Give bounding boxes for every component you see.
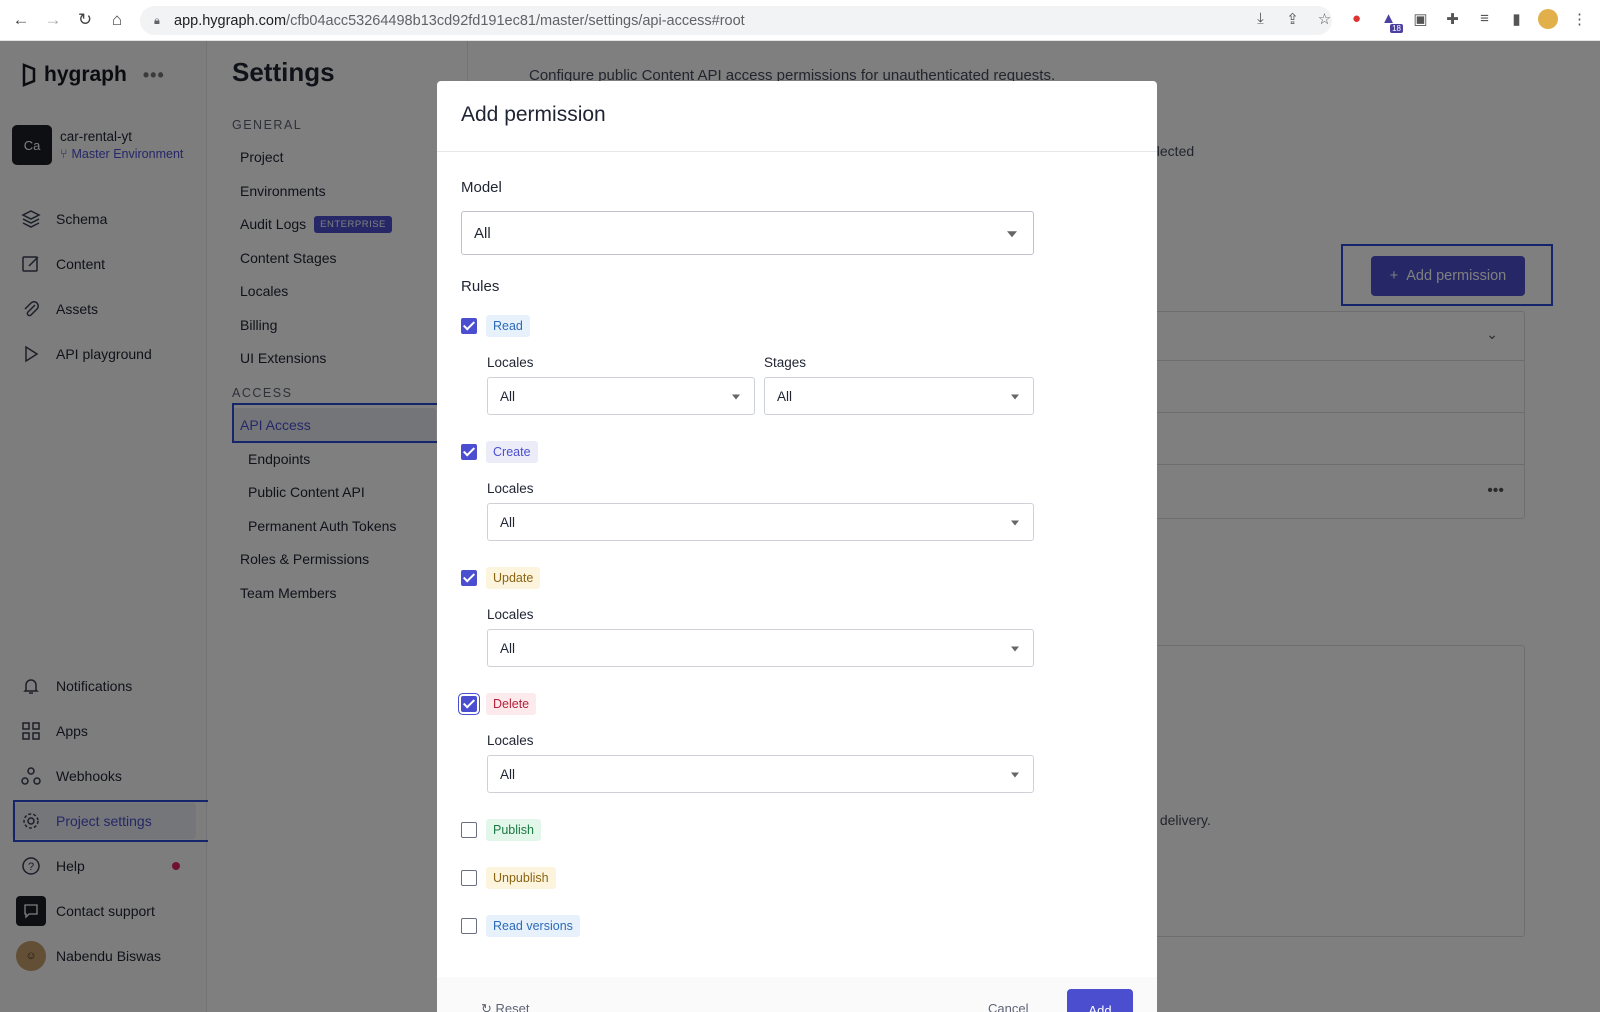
delete-locales-value: All [500,766,516,782]
color-extension-icon[interactable]: ● [1346,8,1367,29]
reset-icon: ↻ [481,1001,496,1012]
kebab-menu-icon[interactable]: ⋮ [1569,8,1590,29]
model-select[interactable]: All [461,211,1034,255]
lock-icon: 🔒︎ [154,14,160,27]
browser-toolbar: ← → ↻ ⌂ 🔒︎ app.hygraph.com/cfb04acc53264… [0,0,1600,41]
reload-icon[interactable]: ↻ [74,9,96,31]
cancel-button[interactable]: Cancel [988,1001,1028,1012]
reset-label: Reset [495,1001,530,1012]
url-domain: app.hygraph.com [174,12,287,29]
delete-locales-label: Locales [487,733,534,748]
frame-extension-icon[interactable]: ▣ [1410,8,1431,29]
create-locales-label: Locales [487,481,534,496]
caret-down-icon [1007,231,1017,238]
caret-down-icon [1011,520,1019,526]
extensions-area: ⤓ ⇪ ☆ ● ▲ 18 ▣ ✚ ≡ ▮ ⋮ [1250,8,1590,33]
read-stages-label: Stages [764,355,807,370]
read-versions-tag: Read versions [486,915,580,937]
rules-label: Rules [461,278,500,295]
modal-footer: ↻ Reset Cancel Add [437,977,1157,1012]
caret-down-icon [1011,394,1019,400]
create-tag: Create [486,441,538,463]
add-button[interactable]: Add [1067,989,1133,1012]
profile-avatar-icon[interactable] [1538,8,1558,29]
read-locales-value: All [500,388,516,404]
create-checkbox[interactable] [461,444,477,460]
update-locales-select[interactable]: All [487,629,1034,667]
unpublish-checkbox[interactable] [461,870,477,886]
read-versions-checkbox[interactable] [461,918,477,934]
caret-down-icon [1011,646,1019,652]
sidebar-icon[interactable]: ▮ [1506,8,1527,29]
read-checkbox[interactable] [461,318,477,334]
read-locales-select[interactable]: All [487,377,755,415]
publish-tag: Publish [486,819,541,841]
reading-list-icon[interactable]: ≡ [1474,8,1495,29]
modal-header: Add permission [437,81,1157,152]
add-permission-modal: Add permission Model All Rules Read Loca… [437,81,1157,1012]
url-path: /cfb04acc53264498b13cd92fd191ec81/master… [286,12,745,29]
update-tag: Update [486,567,541,589]
model-label: Model [461,179,502,196]
update-locales-label: Locales [487,607,534,622]
caret-down-icon [732,394,740,400]
unpublish-tag: Unpublish [486,867,556,889]
delete-tag: Delete [486,693,537,715]
read-tag: Read [486,315,530,337]
extension-badge: 18 [1390,24,1403,33]
download-icon[interactable]: ⤓ [1250,8,1271,29]
create-locales-select[interactable]: All [487,503,1034,541]
back-icon[interactable]: ← [10,9,32,31]
read-stages-select[interactable]: All [764,377,1034,415]
delete-locales-select[interactable]: All [487,755,1034,793]
address-bar[interactable]: 🔒︎ app.hygraph.com/cfb04acc53264498b13cd… [140,6,1332,35]
caret-down-icon [1011,772,1019,778]
publish-checkbox[interactable] [461,822,477,838]
delete-checkbox[interactable] [461,696,477,712]
home-icon[interactable]: ⌂ [106,9,128,31]
modal-title: Add permission [461,103,606,126]
forward-icon[interactable]: → [42,9,64,31]
read-stages-value: All [777,388,793,404]
create-locales-value: All [500,514,516,530]
update-checkbox[interactable] [461,570,477,586]
graduation-extension-icon[interactable]: ▲ 18 [1378,8,1403,33]
read-locales-label: Locales [487,355,534,370]
puzzle-icon[interactable]: ✚ [1442,8,1463,29]
share-icon[interactable]: ⇪ [1282,8,1303,29]
star-icon[interactable]: ☆ [1314,8,1335,29]
model-select-value: All [474,224,491,242]
reset-button[interactable]: ↻ Reset [481,1001,529,1012]
update-locales-value: All [500,640,516,656]
